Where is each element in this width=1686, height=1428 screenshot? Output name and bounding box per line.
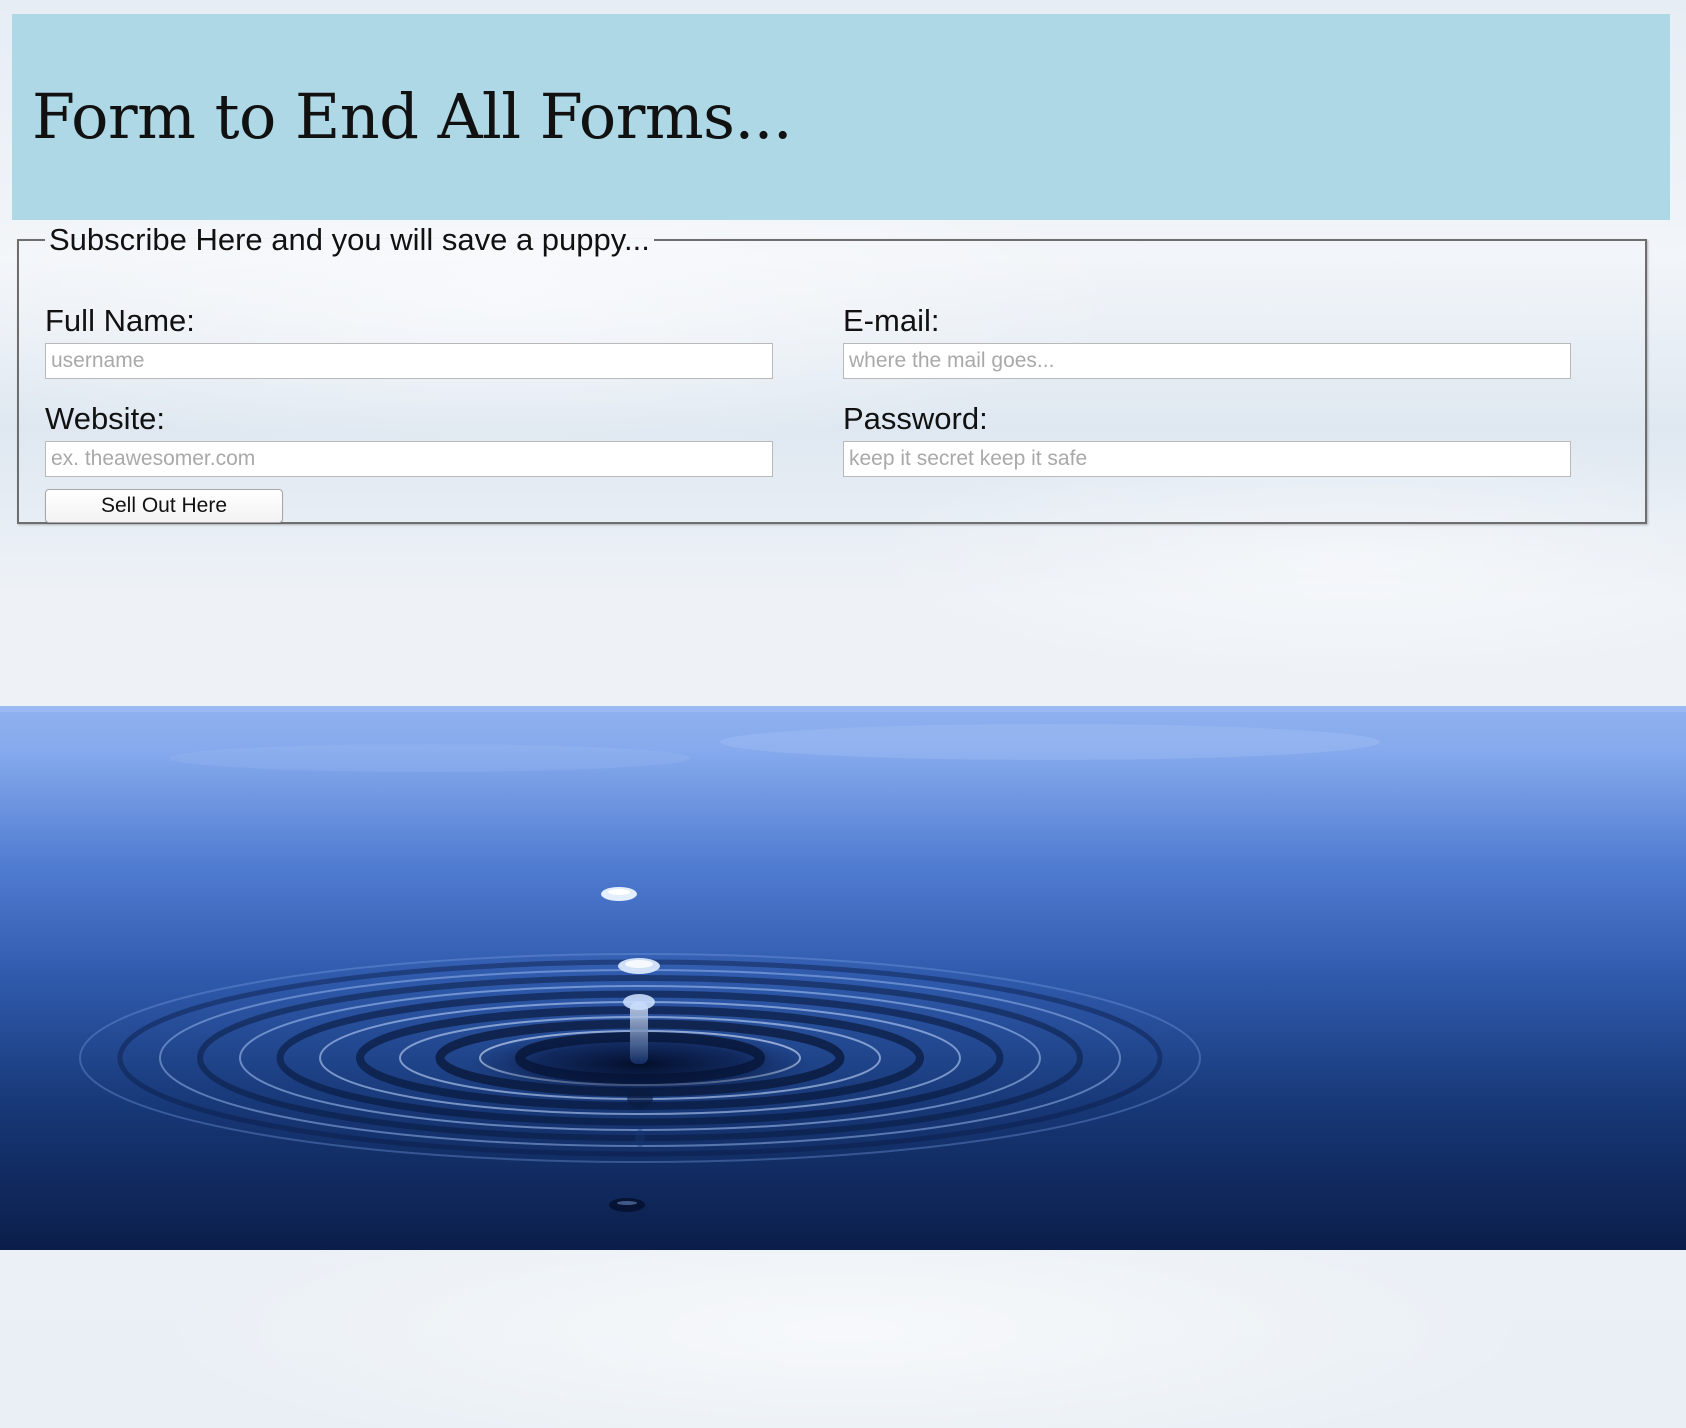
submit-button[interactable]: Sell Out Here [45, 489, 283, 523]
website-label: Website: [45, 401, 166, 436]
password-label: Password: [843, 401, 988, 436]
page-title: Form to End All Forms... [32, 80, 793, 153]
full-name-label: Full Name: [45, 303, 195, 338]
form-legend: Subscribe Here and you will save a puppy… [49, 222, 650, 257]
full-name-field-group: Full Name: [45, 305, 773, 379]
email-field-group: E-mail: [843, 305, 1571, 379]
water-drop-ripple-image [0, 706, 1686, 1250]
full-name-input[interactable] [45, 343, 773, 379]
password-input[interactable] [843, 441, 1571, 477]
page-header: Form to End All Forms... [12, 14, 1670, 220]
website-field-group: Website: [45, 403, 773, 477]
password-field-group: Password: [843, 403, 1571, 477]
email-label: E-mail: [843, 303, 940, 338]
website-input[interactable] [45, 441, 773, 477]
subscribe-form: Subscribe Here and you will save a puppy… [17, 224, 1647, 524]
email-input[interactable] [843, 343, 1571, 379]
